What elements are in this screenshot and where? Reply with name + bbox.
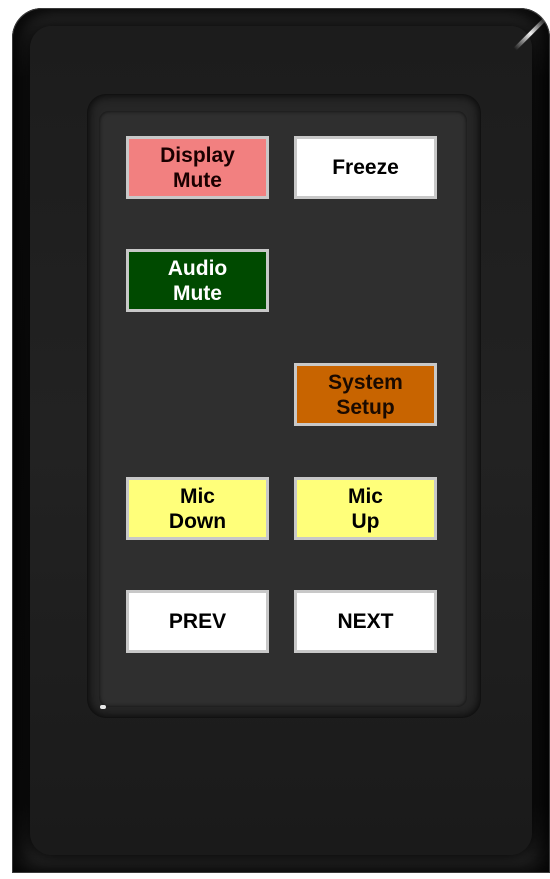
freeze-button[interactable]: Freeze	[294, 136, 437, 199]
audio-mute-button[interactable]: Audio Mute	[126, 249, 269, 312]
mic-up-button[interactable]: Mic Up	[294, 477, 437, 540]
screen-highlight	[100, 705, 106, 709]
next-button[interactable]: NEXT	[294, 590, 437, 653]
mic-down-button[interactable]: Mic Down	[126, 477, 269, 540]
system-setup-button[interactable]: System Setup	[294, 363, 437, 426]
prev-button[interactable]: PREV	[126, 590, 269, 653]
display-mute-button[interactable]: Display Mute	[126, 136, 269, 199]
